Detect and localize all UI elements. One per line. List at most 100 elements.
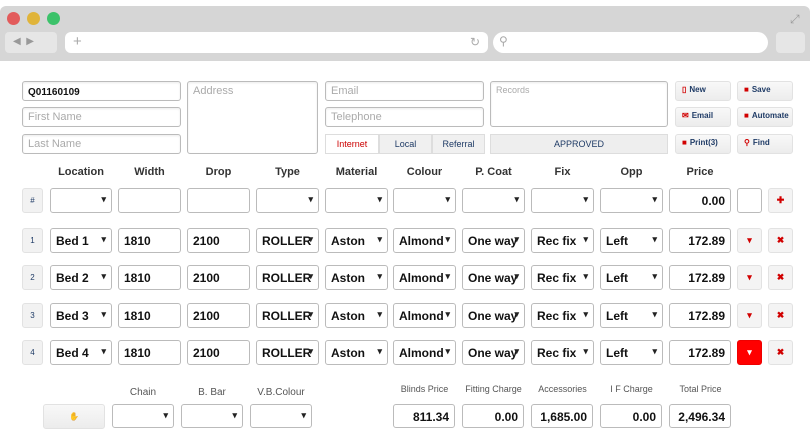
reload-icon[interactable]: ↻ xyxy=(470,35,480,49)
back-forward-buttons[interactable]: ◀ ▶ xyxy=(5,32,57,53)
row-fix-select[interactable]: Rec fix xyxy=(531,340,594,365)
row-opp-select[interactable]: Left xyxy=(600,265,663,290)
telephone-field[interactable]: Telephone xyxy=(325,107,484,127)
automate-icon: ■ xyxy=(744,111,749,120)
row-pcoat-select[interactable]: One way xyxy=(462,340,525,365)
delete-row-button[interactable]: ✖ xyxy=(768,265,793,290)
hand-tool-button[interactable]: ✋ xyxy=(43,404,105,429)
row-material-select[interactable]: Aston xyxy=(325,265,388,290)
row-type-select[interactable]: ROLLER xyxy=(256,303,319,328)
row-options-button[interactable]: ▾ xyxy=(737,340,762,365)
row-opp-select[interactable]: Left xyxy=(600,303,663,328)
row-colour-select[interactable]: Almond xyxy=(393,228,456,253)
search-bar[interactable]: ⚲ xyxy=(493,32,768,53)
row-drop-input[interactable]: 2100 xyxy=(187,265,250,290)
find-button[interactable]: ⚲ Find xyxy=(737,134,793,154)
row-opp-select[interactable]: Left xyxy=(600,340,663,365)
delete-row-button[interactable]: ✖ xyxy=(768,303,793,328)
row-price-input[interactable]: 172.89 xyxy=(669,340,731,365)
delete-row-button[interactable]: ✖ xyxy=(768,228,793,253)
row-number-button[interactable]: 4 xyxy=(22,340,43,365)
add-row-button[interactable]: ✚ xyxy=(768,188,793,213)
row-type-select[interactable]: ROLLER xyxy=(256,340,319,365)
new-price-input[interactable]: 0.00 xyxy=(669,188,731,213)
tab-internet[interactable]: Internet xyxy=(325,134,379,154)
quote-number-field[interactable]: Q01160109 xyxy=(22,81,181,101)
row-material-select[interactable]: Aston xyxy=(325,303,388,328)
new-button[interactable]: ▯ New xyxy=(675,81,731,101)
row-drop-input[interactable]: 2100 xyxy=(187,228,250,253)
email-field[interactable]: Email xyxy=(325,81,484,101)
row-location-select[interactable]: Bed 2 xyxy=(50,265,112,290)
row-width-input[interactable]: 1810 xyxy=(118,228,181,253)
url-bar[interactable]: + ↻ xyxy=(65,32,488,53)
total-value: 0.00 xyxy=(600,404,662,428)
row-number-button[interactable]: 1 xyxy=(22,228,43,253)
row-options-button[interactable]: ▾ xyxy=(737,303,762,328)
total-value: 811.34 xyxy=(393,404,455,428)
print-icon: ■ xyxy=(682,138,687,147)
row-pcoat-select[interactable]: One way xyxy=(462,228,525,253)
row-material-select[interactable]: Aston xyxy=(325,340,388,365)
close-window-icon[interactable] xyxy=(7,12,20,25)
new-material-select[interactable] xyxy=(325,188,388,213)
print-button[interactable]: ■ Print(3) xyxy=(675,134,731,154)
footer-select[interactable] xyxy=(181,404,243,428)
save-button[interactable]: ■ Save xyxy=(737,81,793,101)
row-type-select[interactable]: ROLLER xyxy=(256,265,319,290)
fullscreen-icon[interactable]: ⤢ xyxy=(790,12,800,27)
row-pcoat-select[interactable]: One way xyxy=(462,265,525,290)
records-field[interactable]: Records xyxy=(490,81,668,127)
new-drop-input[interactable] xyxy=(187,188,250,213)
row-drop-input[interactable]: 2100 xyxy=(187,303,250,328)
row-options-button[interactable]: ▾ xyxy=(737,228,762,253)
row-pcoat-select[interactable]: One way xyxy=(462,303,525,328)
row-price-input[interactable]: 172.89 xyxy=(669,228,731,253)
email-button[interactable]: ✉ Email xyxy=(675,107,731,127)
row-width-input[interactable]: 1810 xyxy=(118,303,181,328)
row-price-input[interactable]: 172.89 xyxy=(669,265,731,290)
new-opp-select[interactable] xyxy=(600,188,663,213)
row-options-button[interactable]: ▾ xyxy=(737,265,762,290)
row-colour-select[interactable]: Almond xyxy=(393,303,456,328)
row-fix-select[interactable]: Rec fix xyxy=(531,303,594,328)
row-fix-select[interactable]: Rec fix xyxy=(531,228,594,253)
row-number-button[interactable]: 3 xyxy=(22,303,43,328)
row-colour-select[interactable]: Almond xyxy=(393,265,456,290)
new-type-select[interactable] xyxy=(256,188,319,213)
row-material-select[interactable]: Aston xyxy=(325,228,388,253)
new-width-input[interactable] xyxy=(118,188,181,213)
delete-row-button[interactable]: ✖ xyxy=(768,340,793,365)
maximize-window-icon[interactable] xyxy=(47,12,60,25)
tab-referral[interactable]: Referral xyxy=(432,134,485,154)
new-qty-input[interactable] xyxy=(737,188,762,213)
row-location-select[interactable]: Bed 1 xyxy=(50,228,112,253)
total-value: 1,685.00 xyxy=(531,404,593,428)
row-location-select[interactable]: Bed 3 xyxy=(50,303,112,328)
new-fix-select[interactable] xyxy=(531,188,594,213)
new-location-select[interactable] xyxy=(50,188,112,213)
footer-select[interactable] xyxy=(250,404,312,428)
row-opp-select[interactable]: Left xyxy=(600,228,663,253)
row-width-input[interactable]: 1810 xyxy=(118,340,181,365)
row-colour-select[interactable]: Almond xyxy=(393,340,456,365)
document-icon: ▯ xyxy=(682,85,687,94)
tab-local[interactable]: Local xyxy=(379,134,432,154)
row-price-input[interactable]: 172.89 xyxy=(669,303,731,328)
minimize-window-icon[interactable] xyxy=(27,12,40,25)
address-field[interactable]: Address xyxy=(187,81,318,154)
row-location-select[interactable]: Bed 4 xyxy=(50,340,112,365)
new-tab-icon[interactable]: + xyxy=(73,33,82,50)
first-name-field[interactable]: First Name xyxy=(22,107,181,127)
footer-select[interactable] xyxy=(112,404,174,428)
last-name-field[interactable]: Last Name xyxy=(22,134,181,154)
row-drop-input[interactable]: 2100 xyxy=(187,340,250,365)
row-type-select[interactable]: ROLLER xyxy=(256,228,319,253)
new-pcoat-select[interactable] xyxy=(462,188,525,213)
extension-button[interactable] xyxy=(776,32,805,53)
row-width-input[interactable]: 1810 xyxy=(118,265,181,290)
automate-button[interactable]: ■ Automate xyxy=(737,107,793,127)
row-fix-select[interactable]: Rec fix xyxy=(531,265,594,290)
new-colour-select[interactable] xyxy=(393,188,456,213)
row-number-button[interactable]: 2 xyxy=(22,265,43,290)
